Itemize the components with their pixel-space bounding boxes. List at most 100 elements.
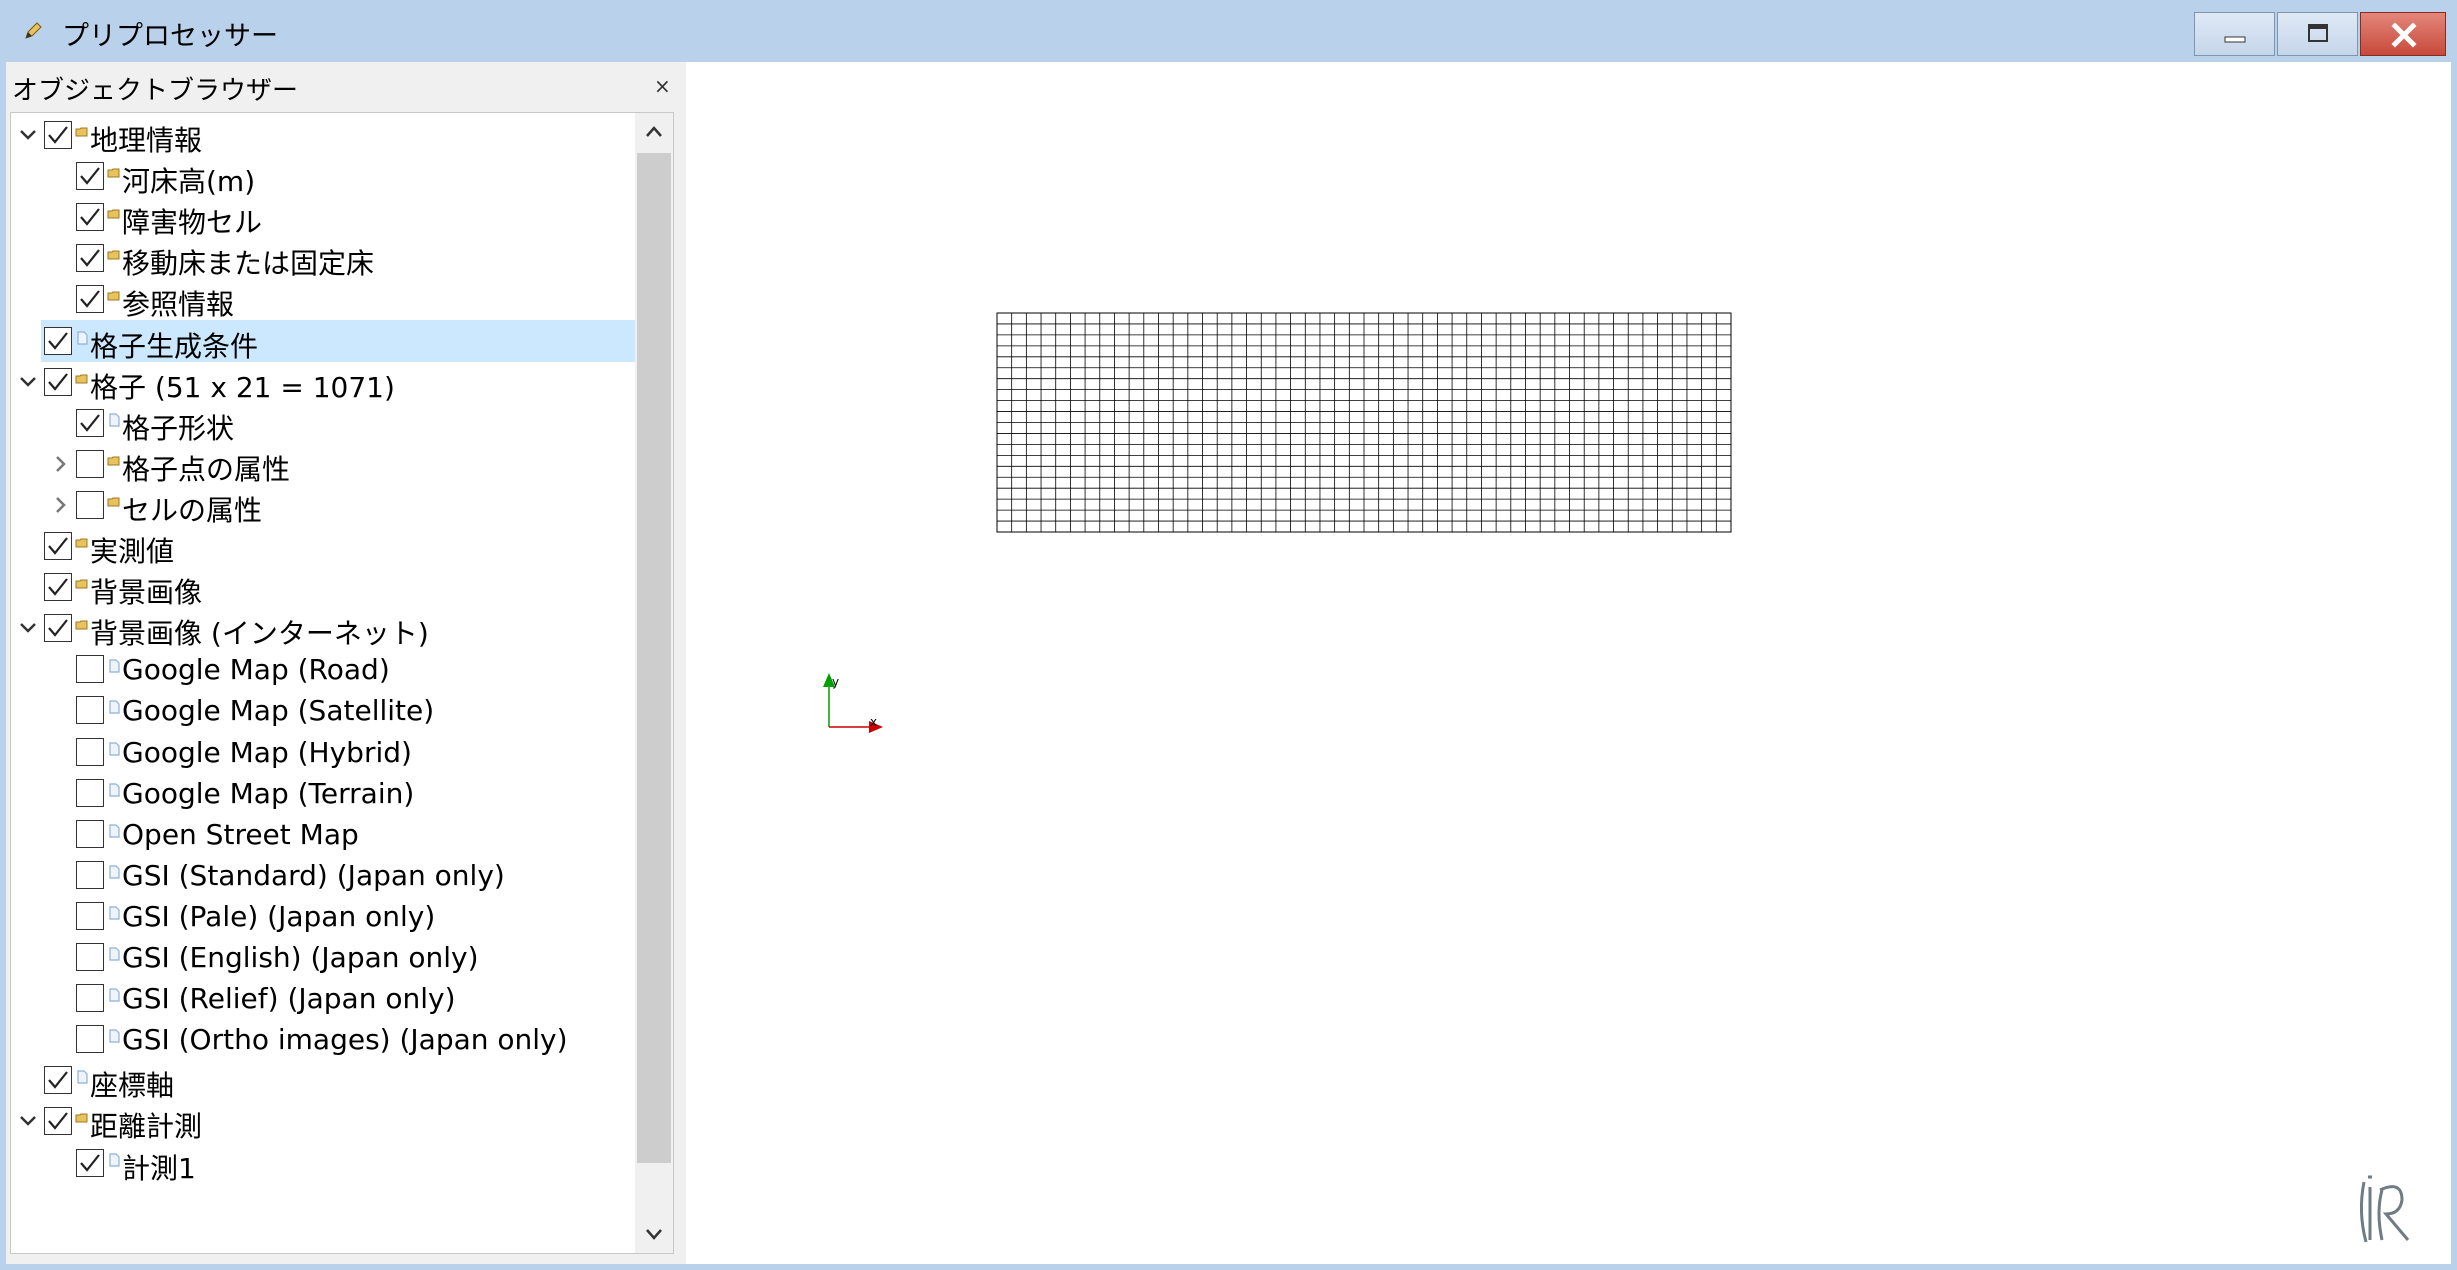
maximize-icon [2308, 24, 2328, 42]
tree-item-label: 座標軸 [90, 1069, 175, 1103]
chevron-down-icon[interactable] [16, 370, 40, 394]
folder-icon [75, 127, 88, 137]
tree-item[interactable]: Google Map (Terrain) [11, 772, 635, 814]
tree-scrollbar[interactable] [635, 113, 673, 1253]
visibility-checkbox[interactable] [76, 490, 104, 519]
tree-item[interactable]: セルの属性 [11, 484, 635, 527]
tree-item[interactable]: 参照情報 [11, 278, 635, 321]
tree-item[interactable]: Google Map (Satellite) [11, 689, 635, 731]
visibility-checkbox[interactable] [76, 696, 104, 725]
visibility-checkbox[interactable] [76, 778, 104, 807]
checkmark-icon [48, 331, 68, 350]
tree-item-label: 格子生成条件 [90, 329, 259, 363]
tree-item[interactable]: GSI (Relief) (Japan only) [11, 977, 635, 1019]
tree-item[interactable]: 河床高(m) [11, 155, 635, 198]
scroll-thumb[interactable] [637, 153, 671, 1163]
tree-item[interactable]: 移動床または固定床 [11, 237, 635, 280]
chevron-down-icon[interactable] [16, 616, 40, 640]
pencil-icon [25, 22, 42, 39]
folder-icon [75, 538, 88, 548]
tree-item-label: Google Map (Satellite) [122, 694, 435, 728]
object-tree[interactable]: 地理情報 河床高(m) 障害物セル 移動床または固定床 参照情報格子生成条件 格子 (51… [10, 112, 674, 1254]
title-bar[interactable]: プリプロセッサー [0, 0, 2457, 62]
document-icon [109, 865, 120, 879]
folder-icon [107, 250, 120, 260]
checkmark-icon [48, 578, 68, 596]
visibility-checkbox[interactable] [76, 737, 104, 766]
tree-item[interactable]: GSI (Pale) (Japan only) [11, 895, 635, 937]
client-area: オブジェクトブラウザー × 地理情報 河床高(m) 障害物セル 移動床または固定… [6, 62, 2451, 1264]
checkmark-icon [48, 1071, 68, 1090]
tree-item-label: 障害物セル [122, 206, 263, 240]
tree-item-label: 背景画像 (インターネット) [90, 617, 429, 651]
tree-item[interactable]: Google Map (Road) [11, 648, 635, 690]
visibility-checkbox[interactable] [76, 1025, 104, 1054]
folder-icon [107, 456, 120, 466]
visibility-checkbox[interactable] [76, 244, 104, 273]
visibility-checkbox[interactable] [44, 573, 72, 602]
checkmark-icon [80, 290, 100, 309]
chevron-down-icon[interactable] [16, 123, 40, 147]
folder-icon [75, 1113, 88, 1123]
maximize-button[interactable] [2277, 12, 2358, 56]
dock-close-button[interactable]: × [654, 76, 671, 96]
visibility-checkbox[interactable] [76, 655, 104, 684]
chevron-right-icon[interactable] [48, 493, 72, 517]
tree-item[interactable]: GSI (English) (Japan only) [11, 936, 635, 978]
tree-item[interactable]: GSI (Ortho images) (Japan only) [11, 1018, 635, 1060]
checkmark-icon [48, 372, 68, 391]
document-icon [109, 700, 120, 714]
visibility-checkbox[interactable] [76, 408, 104, 437]
visibility-checkbox[interactable] [76, 1148, 104, 1177]
visibility-checkbox[interactable] [44, 121, 72, 149]
visibility-checkbox[interactable] [76, 984, 104, 1013]
visibility-checkbox[interactable] [76, 285, 104, 314]
document-icon [77, 1070, 88, 1084]
tree-item[interactable]: 格子点の属性 [11, 443, 635, 486]
graphics-viewport[interactable]: y x [686, 62, 2451, 1264]
scroll-up-button[interactable] [635, 113, 673, 151]
tree-item[interactable]: 実測値 [11, 525, 635, 568]
visibility-checkbox[interactable] [76, 901, 104, 930]
panel-splitter[interactable] [676, 62, 686, 1264]
visibility-checkbox[interactable] [44, 532, 72, 560]
visibility-checkbox[interactable] [76, 860, 104, 889]
tree-item-label: Open Street Map [122, 817, 359, 851]
preprocessor-window: プリプロセッサー オブジェクトブラウザー × 地理情報 河床高(m) 障害物セル… [0, 0, 2457, 1270]
tree-item-label: Google Map (Road) [122, 653, 390, 687]
close-button[interactable] [2360, 12, 2446, 56]
visibility-checkbox[interactable] [44, 1107, 72, 1136]
ir-logo [2359, 1175, 2410, 1243]
tree-item[interactable]: 地理情報 [11, 114, 635, 157]
visibility-checkbox[interactable] [44, 1066, 72, 1095]
chevron-right-icon[interactable] [48, 452, 72, 476]
object-browser-title: オブジェクトブラウザー [12, 76, 299, 106]
minimize-button[interactable] [2194, 12, 2275, 56]
tree-item-label: GSI (Ortho images) (Japan only) [122, 1023, 568, 1057]
checkmark-icon [48, 1112, 68, 1131]
visibility-checkbox[interactable] [76, 819, 104, 848]
visibility-checkbox[interactable] [44, 614, 72, 643]
tree-item[interactable]: GSI (Standard) (Japan only) [11, 854, 635, 896]
visibility-checkbox[interactable] [44, 367, 72, 396]
tree-item[interactable]: 格子形状 [11, 402, 635, 445]
tree-item[interactable]: 背景画像 [11, 566, 635, 609]
tree-item[interactable]: 格子 (51 x 21 = 1071) [11, 361, 635, 404]
visibility-checkbox[interactable] [76, 943, 104, 971]
visibility-checkbox[interactable] [76, 162, 104, 191]
tree-item[interactable]: Google Map (Hybrid) [11, 731, 635, 773]
visibility-checkbox[interactable] [44, 326, 72, 355]
scroll-down-button[interactable] [635, 1215, 673, 1253]
tree-item[interactable]: 座標軸 [11, 1059, 635, 1103]
visibility-checkbox[interactable] [76, 203, 104, 232]
visibility-checkbox[interactable] [76, 449, 104, 478]
tree-item[interactable]: 計測1 [11, 1142, 635, 1185]
chevron-down-icon[interactable] [16, 1109, 40, 1133]
tree-item[interactable]: 障害物セル [11, 196, 635, 240]
tree-item[interactable]: 背景画像 (インターネット) [11, 607, 635, 651]
tree-item[interactable]: Open Street Map [11, 813, 635, 855]
tree-item[interactable]: 距離計測 [11, 1100, 635, 1143]
document-icon [109, 1029, 120, 1043]
folder-icon [75, 374, 88, 384]
tree-item[interactable]: 格子生成条件 [11, 319, 635, 363]
